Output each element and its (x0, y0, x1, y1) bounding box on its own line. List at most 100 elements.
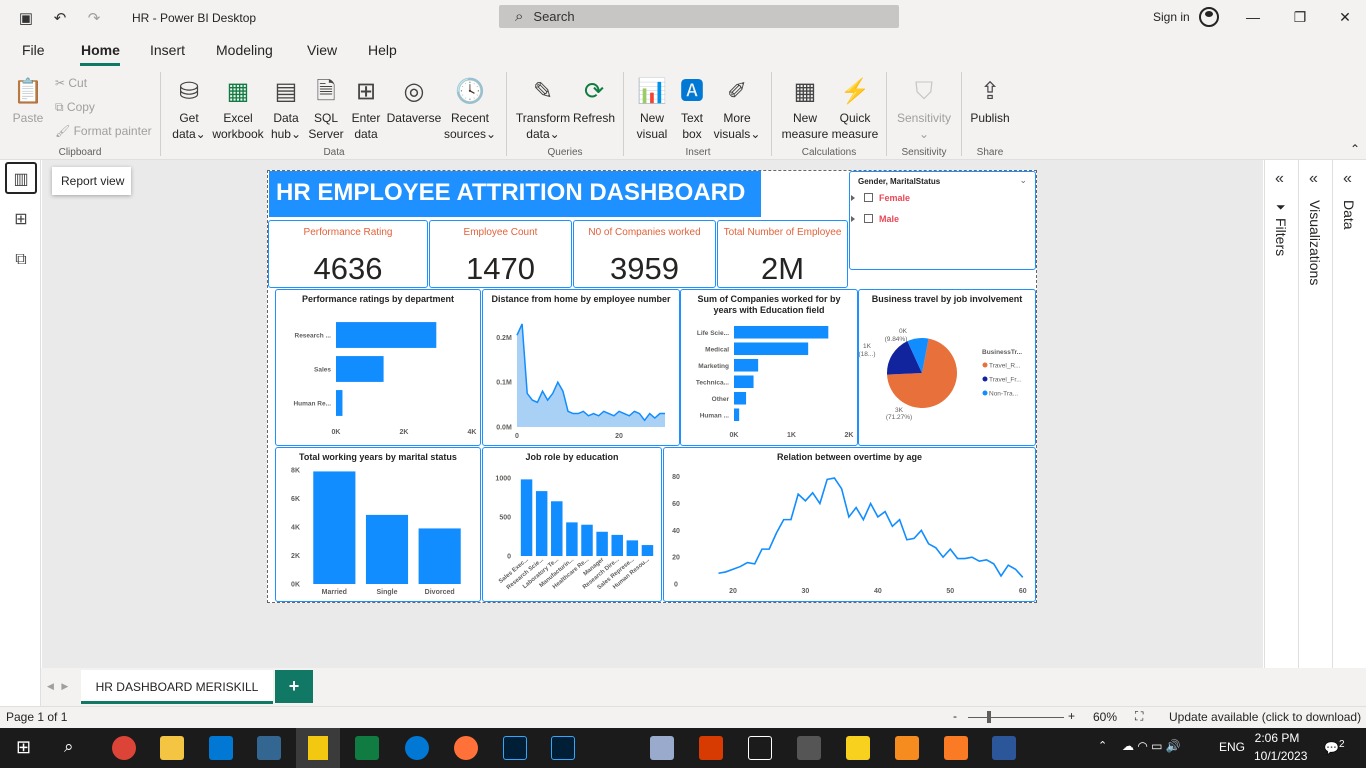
firefox-icon[interactable] (454, 736, 478, 760)
maximize-icon[interactable]: ❐ (1290, 9, 1310, 26)
expand-chevron-icon[interactable]: « (1309, 170, 1318, 188)
photoshop-icon[interactable] (503, 736, 527, 760)
word-icon[interactable] (992, 736, 1016, 760)
windows-start-icon[interactable]: ⊞ (16, 737, 31, 758)
expand-chevron-icon[interactable]: « (1343, 170, 1352, 188)
transform-data-button[interactable]: ✎ Transform data⌄ (514, 74, 572, 142)
report-view-icon[interactable]: ▥ (5, 162, 37, 194)
notification-icon[interactable]: 💬2 (1324, 739, 1345, 755)
recent-sources-button[interactable]: 🕓 Recent sources⌄ (444, 74, 496, 142)
zoom-slider-thumb[interactable] (987, 711, 991, 723)
sticky-notes-icon[interactable] (846, 736, 870, 760)
mail-icon[interactable] (748, 736, 772, 760)
ribbon: 📋 Paste ✂ Cut ⧉ Copy 🖌 Format painter Cli… (0, 66, 1366, 160)
paste-button[interactable]: 📋 Paste (10, 74, 46, 126)
kpi-card-performance[interactable]: Performance Rating 4636 (268, 220, 428, 288)
clock-date[interactable]: 10/1/2023 (1254, 749, 1307, 763)
slicer-item-male[interactable]: Male (850, 214, 899, 224)
tray-icons[interactable]: ☁ ◠ ▭ 🔊 (1122, 739, 1181, 753)
sign-in-link[interactable]: Sign in (1153, 10, 1190, 24)
data-pane[interactable]: « Data (1332, 160, 1366, 668)
tray-chevron-icon[interactable]: ⌃ (1098, 739, 1107, 752)
data-hub-button[interactable]: ▤ Data hub⌄ (268, 74, 304, 142)
text-box-button[interactable]: 🅰 Text box (673, 74, 711, 142)
new-measure-button[interactable]: ▦ New measure (780, 74, 830, 142)
account-icon[interactable] (1199, 7, 1219, 27)
cut-button[interactable]: ✂ Cut (55, 76, 87, 90)
menu-modeling[interactable]: Modeling (216, 42, 273, 58)
menu-view[interactable]: View (307, 42, 337, 58)
slicer-item-female[interactable]: Female (850, 193, 910, 203)
get-data-button[interactable]: ⛁ Get data⌄ (170, 74, 208, 142)
enter-data-button[interactable]: ⊞ Enter data (348, 74, 384, 142)
file-explorer-icon[interactable] (160, 736, 184, 760)
kpi-card-companies[interactable]: N0 of Companies worked 3959 (573, 220, 716, 288)
search-icon[interactable]: ⌕ (64, 737, 74, 757)
visual-companies-by-education[interactable]: Sum of Companies worked for by years wit… (680, 289, 858, 446)
close-icon[interactable]: ✕ (1335, 9, 1355, 26)
office-icon[interactable] (699, 736, 723, 760)
checkbox-icon[interactable] (864, 214, 873, 223)
visualizations-pane[interactable]: « Visualizations (1298, 160, 1332, 668)
sublime-icon[interactable] (895, 736, 919, 760)
sensitivity-button[interactable]: ⛉ Sensitivity ⌄ (893, 74, 955, 142)
format-painter-button[interactable]: 🖌 Format painter (55, 124, 152, 138)
gender-marital-slicer[interactable]: Gender, MaritalStatus ⌄ Female Male (849, 171, 1036, 270)
fit-page-icon[interactable]: ⛶ (1135, 709, 1143, 724)
minimize-icon[interactable]: — (1243, 9, 1263, 25)
checkbox-icon[interactable] (864, 193, 873, 202)
copy-button[interactable]: ⧉ Copy (55, 100, 95, 115)
dataverse-button[interactable]: ◎ Dataverse (386, 74, 442, 126)
model-view-icon[interactable]: ⧉ (5, 244, 37, 276)
zoom-slider[interactable] (968, 717, 1064, 718)
visual-distance-from-home[interactable]: Distance from home by employee number 0.… (482, 289, 680, 446)
visual-performance-by-department[interactable]: Performance ratings by department Resear… (275, 289, 481, 446)
zoom-out-icon[interactable]: - (953, 709, 957, 723)
xampp-icon[interactable] (944, 736, 968, 760)
update-available-link[interactable]: Update available (click to download) (1169, 710, 1361, 724)
calculator-taskbar-icon[interactable] (797, 736, 821, 760)
excel-taskbar-icon[interactable] (355, 736, 379, 760)
chrome-icon[interactable] (112, 736, 136, 760)
vscode-icon[interactable] (209, 736, 233, 760)
kpi-card-employee-count[interactable]: Employee Count 1470 (429, 220, 572, 288)
powerbi-taskbar-button[interactable] (296, 728, 340, 768)
installer-icon[interactable] (602, 736, 626, 760)
menu-home[interactable]: Home (81, 42, 120, 58)
new-visual-button[interactable]: 📊 New visual (632, 74, 672, 142)
menu-insert[interactable]: Insert (150, 42, 185, 58)
zoom-level: 60% (1093, 710, 1118, 724)
zoom-in-icon[interactable]: + (1068, 709, 1075, 723)
publish-button[interactable]: ⇪ Publish (968, 74, 1012, 126)
chevron-down-icon[interactable]: ⌄ (1019, 175, 1027, 186)
expand-chevron-icon[interactable]: « (1275, 170, 1284, 188)
search-input[interactable]: ⌕ Search (499, 5, 899, 28)
add-page-button[interactable]: + (275, 670, 313, 703)
sql-server-button[interactable]: 🗎 SQL Server (308, 74, 344, 142)
page-tab-hr-dashboard[interactable]: HR DASHBOARD MERISKILL (81, 670, 273, 704)
edge-icon[interactable] (405, 736, 429, 760)
save-icon[interactable]: ▣ (18, 9, 34, 27)
language-indicator[interactable]: ENG (1219, 740, 1245, 754)
more-visuals-button[interactable]: ✐ More visuals⌄ (712, 74, 762, 142)
menu-help[interactable]: Help (368, 42, 397, 58)
visual-business-travel[interactable]: Business travel by job involvement 3K (71… (858, 289, 1036, 446)
clock-time[interactable]: 2:06 PM (1254, 731, 1300, 745)
table-view-icon[interactable]: ⊞ (5, 204, 37, 236)
page-nav-arrows[interactable]: ◀ ▶ (47, 681, 68, 692)
redo-icon[interactable]: ↷ (86, 9, 102, 27)
collapse-ribbon-icon[interactable]: ⌃ (1350, 142, 1360, 156)
undo-icon[interactable]: ↶ (52, 9, 68, 27)
app-icon[interactable] (650, 736, 674, 760)
postgresql-icon[interactable] (257, 736, 281, 760)
visual-working-years-marital[interactable]: Total working years by marital status Ma… (275, 447, 481, 602)
filters-pane[interactable]: « ⏷ Filters (1264, 160, 1298, 668)
excel-workbook-button[interactable]: ▦ Excel workbook (210, 74, 266, 142)
visual-job-role-education[interactable]: Job role by education Sales Exec... Resea… (482, 447, 662, 602)
lightroom-icon[interactable] (551, 736, 575, 760)
kpi-card-total-employees[interactable]: Total Number of Employee 2M (717, 220, 848, 288)
menu-file[interactable]: File (22, 42, 45, 58)
visual-overtime-by-age[interactable]: Relation between overtime by age 0 20 40 60… (663, 447, 1036, 602)
refresh-button[interactable]: ⟳ Refresh (572, 74, 616, 126)
quick-measure-button[interactable]: ⚡ Quick measure (830, 74, 880, 142)
